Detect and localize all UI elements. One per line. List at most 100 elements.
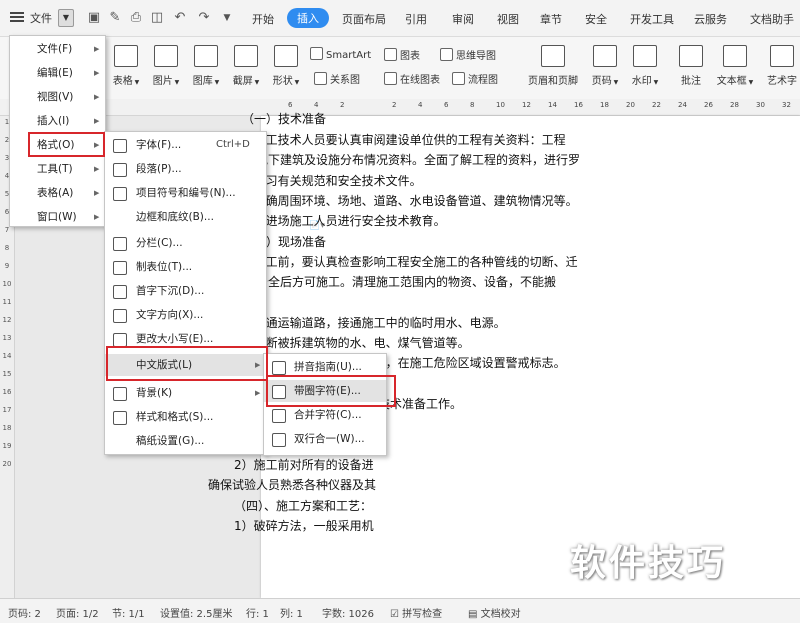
- main-menu-item-2[interactable]: 视图(V) ▶: [10, 86, 105, 108]
- document-line[interactable]: 确保试验人员熟悉各种仪器及其: [208, 476, 376, 493]
- format-menu-item-2[interactable]: 项目符号和编号(N)...: [105, 182, 266, 204]
- vruler-number: 18: [2, 424, 12, 432]
- format-menu-item-5[interactable]: 制表位(T)...: [105, 256, 266, 278]
- chinese-menu-item-1[interactable]: 带圈字符(E)...: [264, 380, 386, 402]
- online-chart-button[interactable]: 在线图表: [384, 71, 440, 86]
- redo-icon[interactable]: ↷: [196, 10, 212, 26]
- tab-10[interactable]: 文档助手: [750, 11, 794, 27]
- mindmap-button[interactable]: 思维导图: [440, 47, 496, 62]
- format-menu-item-1[interactable]: 段落(P)...: [105, 158, 266, 180]
- chinese-menu-item-0[interactable]: 拼音指南(U)...: [264, 356, 386, 378]
- ruler-number: 20: [626, 101, 635, 109]
- page-number-button[interactable]: 页码 ▼: [588, 45, 622, 87]
- document-line[interactable]: 1）破碎方法，一般采用机: [234, 517, 374, 534]
- tab-3[interactable]: 引用: [405, 11, 427, 27]
- styles-icon: [113, 411, 127, 425]
- chinese-menu-item-2[interactable]: 合并字符(C)...: [264, 404, 386, 426]
- document-line[interactable]: 1、施工前，要认真检查影响工程安全施工的各种管线的切断、迁: [234, 253, 578, 270]
- gallery-icon: [194, 45, 218, 67]
- main-menu-item-5[interactable]: 工具(T) ▶: [10, 158, 105, 180]
- document-line[interactable]: 3、切断被拆建筑物的水、电、煤气管道等。: [234, 334, 470, 351]
- format-menu-item-9[interactable]: 中文版式(L) ▶: [105, 354, 266, 376]
- menu-item-label: 编辑(E): [37, 67, 73, 79]
- status-bar: 页码: 2 页面: 1/2 节: 1/1 设置值: 2.5厘米 行: 1 列: …: [0, 598, 800, 623]
- wordart-button[interactable]: 艺术字: [764, 45, 800, 87]
- format-menu-item-11[interactable]: 样式和格式(S)...: [105, 406, 266, 428]
- tab-7[interactable]: 安全: [585, 11, 607, 27]
- spell-check-button[interactable]: ☑ 拼写检查: [390, 605, 442, 620]
- ruler-number: 6: [288, 101, 293, 109]
- document-line[interactable]: 2）施工前对所有的设备进: [234, 456, 374, 473]
- format-menu-item-0[interactable]: 字体(F)... Ctrl+D: [105, 134, 266, 156]
- chevron-right-icon: ▶: [255, 361, 261, 369]
- tab-6[interactable]: 章节: [540, 11, 562, 27]
- file-dropdown-button[interactable]: ▼: [58, 9, 74, 27]
- tab-0[interactable]: 开始: [252, 11, 274, 27]
- format-menu-item-4[interactable]: 分栏(C)...: [105, 232, 266, 254]
- customize-icon[interactable]: ▼: [219, 10, 235, 26]
- format-menu-item-3[interactable]: 边框和底纹(B)...: [105, 206, 266, 228]
- format-menu-item-12[interactable]: 稿纸设置(G)...: [105, 430, 266, 452]
- textbox-icon: [723, 45, 747, 67]
- doc-proof-button[interactable]: ▤ 文档校对: [468, 605, 521, 620]
- status-page: 页面: 1/2: [56, 609, 99, 620]
- tab-2[interactable]: 页面布局: [342, 11, 386, 27]
- document-line[interactable]: （一）技术准备: [242, 110, 326, 127]
- chevron-down-icon: ▼: [212, 79, 220, 86]
- smartart-icon: [310, 47, 323, 60]
- document-line[interactable]: （四）、施工方案和工艺：: [234, 497, 372, 514]
- flowchart-icon: [452, 72, 465, 85]
- title-toolbar: 文件 ▼ ▣ ✎ ⎙ ◫ ↶ ↷ ▼ 开始 插入 页面布局 引用 审阅 视图 章节 安全 开发工…: [0, 0, 800, 37]
- menu-icon[interactable]: [10, 10, 24, 24]
- picture-button[interactable]: 图片 ▼: [148, 45, 184, 87]
- proof-icon: ▤: [468, 609, 481, 620]
- chevron-right-icon: ▶: [94, 189, 100, 197]
- tab-5[interactable]: 视图: [497, 11, 519, 27]
- undo-icon[interactable]: ↶: [172, 10, 188, 26]
- menu-item-label: 带圈字符(E)...: [294, 385, 361, 397]
- document-line[interactable]: 2、疏通运输道路，接通施工中的临时用水、电源。: [234, 314, 506, 331]
- screenshot-button[interactable]: 截屏 ▼: [228, 45, 264, 87]
- main-menu-item-0[interactable]: 文件(F) ▶: [10, 38, 105, 60]
- format-painter-icon[interactable]: ✎: [107, 10, 123, 26]
- print-icon[interactable]: ⎙: [128, 10, 144, 26]
- smartart-button[interactable]: SmartArt: [310, 47, 371, 61]
- main-menu-item-4[interactable]: 格式(O) ▶: [10, 134, 105, 156]
- format-menu-item-6[interactable]: 首字下沉(D)...: [105, 280, 266, 302]
- status-words[interactable]: 字数: 1026: [322, 605, 374, 620]
- relation-chart-button[interactable]: 关系图: [314, 71, 360, 86]
- watermark-button[interactable]: 水印 ▼: [628, 45, 662, 87]
- chart-button[interactable]: 图表: [384, 47, 420, 62]
- tab-4[interactable]: 审阅: [452, 11, 474, 27]
- save-icon[interactable]: ▣: [86, 10, 102, 26]
- flowchart-button[interactable]: 流程图: [452, 71, 498, 86]
- shapes-button[interactable]: 形状 ▼: [268, 45, 304, 87]
- tab-9[interactable]: 云服务: [694, 11, 727, 27]
- enclosed-char-icon: [272, 385, 286, 399]
- preview-icon[interactable]: ◫: [149, 10, 165, 26]
- format-menu-item-7[interactable]: 文字方向(X)...: [105, 304, 266, 326]
- chinese-menu-item-3[interactable]: 双行合一(W)...: [264, 428, 386, 450]
- tab-1[interactable]: 插入: [287, 8, 329, 28]
- format-menu-item-10[interactable]: 背景(K) ▶: [105, 382, 266, 404]
- table-button[interactable]: 表格 ▼: [108, 45, 144, 87]
- vruler-number: 17: [2, 406, 12, 414]
- relation-chart-icon: [314, 72, 327, 85]
- document-line[interactable]: 3、明确周围环境、场地、道路、水电设备管道、建筑物情况等。: [234, 192, 578, 209]
- main-menu-item-7[interactable]: 窗口(W) ▶: [10, 206, 105, 228]
- format-menu-item-8[interactable]: 更改大小写(E)...: [105, 328, 266, 350]
- online-chart-icon: [384, 72, 397, 85]
- tab-8[interactable]: 开发工具: [630, 11, 674, 27]
- comment-button[interactable]: 批注: [676, 45, 706, 87]
- main-menu-item-6[interactable]: 表格(A) ▶: [10, 182, 105, 204]
- gallery-button[interactable]: 图库 ▼: [188, 45, 224, 87]
- horizontal-ruler[interactable]: 6 4 2 2 4 6 8 10 12 14 16 18 20 22 24 26 28 30 32: [0, 99, 800, 116]
- menu-item-label: 文字方向(X)...: [136, 309, 204, 321]
- main-menu-item-3[interactable]: 插入(I) ▶: [10, 110, 105, 132]
- textbox-button[interactable]: 文本框 ▼: [716, 45, 754, 87]
- document-line[interactable]: 1、施工技术人员要认真审阅建设单位供的工程有关资料：工程: [234, 131, 566, 148]
- menu-item-label: 边框和底纹(B)...: [136, 211, 214, 223]
- file-menu-label[interactable]: 文件: [30, 10, 52, 26]
- header-footer-button[interactable]: 页眉和页脚: [522, 45, 584, 87]
- main-menu-item-1[interactable]: 编辑(E) ▶: [10, 62, 105, 84]
